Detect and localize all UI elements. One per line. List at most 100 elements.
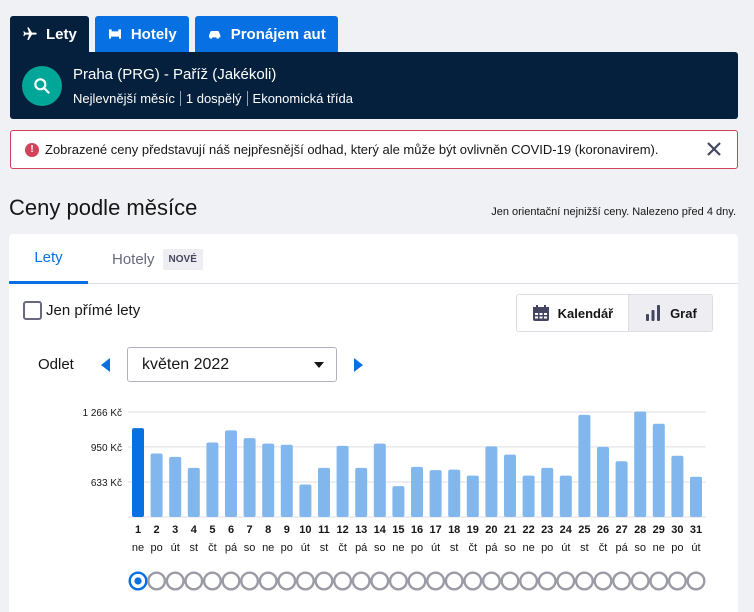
direct-flights-checkbox[interactable]: Jen přímé lety (23, 301, 140, 320)
car-icon (208, 31, 221, 39)
price-bar[interactable] (243, 438, 256, 517)
page-dot[interactable] (221, 571, 241, 591)
direct-flights-label: Jen přímé lety (46, 302, 141, 319)
month-select[interactable]: květen 2022 (127, 347, 337, 382)
price-bar[interactable] (150, 453, 163, 517)
price-bar[interactable] (615, 461, 628, 517)
price-bar[interactable] (466, 475, 479, 517)
tab-hotels[interactable]: Hotely (94, 16, 189, 52)
page-dot[interactable] (202, 571, 222, 591)
graph-view-label: Graf (670, 305, 697, 321)
price-bar[interactable] (671, 455, 684, 517)
price-card: Lety Hotely NOVÉ Jen přímé lety Kalendář… (9, 234, 738, 612)
search-meta: Nejlevnější měsíc 1 dospělý Ekonomická t… (73, 91, 358, 106)
page-dot[interactable] (612, 571, 632, 591)
page-dot[interactable] (649, 571, 669, 591)
page-dot[interactable] (388, 571, 408, 591)
page-dot[interactable] (258, 571, 278, 591)
search-button[interactable] (22, 66, 62, 106)
month-select-value: květen 2022 (142, 355, 230, 373)
page-dot[interactable] (370, 571, 390, 591)
checkbox-box[interactable] (23, 301, 42, 320)
price-bar[interactable] (429, 470, 442, 517)
price-bar[interactable] (522, 475, 535, 517)
bed-icon (108, 29, 121, 39)
page-dot[interactable] (407, 571, 427, 591)
search-meta-cabin: Ekonomická třída (246, 91, 358, 106)
price-bar[interactable] (132, 428, 144, 517)
price-bar[interactable] (280, 444, 293, 517)
new-badge: NOVÉ (162, 248, 203, 270)
price-bar[interactable] (187, 467, 200, 517)
calendar-view-label: Kalendář (557, 305, 614, 321)
page-dot[interactable] (537, 571, 557, 591)
chevron-down-icon (314, 362, 324, 368)
price-note: Jen orientační nejnižší ceny. Nalezeno p… (491, 206, 736, 218)
page-dot[interactable] (128, 571, 148, 591)
price-bar[interactable] (634, 411, 647, 517)
price-bar[interactable] (578, 414, 591, 517)
view-toggle: Kalendář Graf (516, 294, 713, 332)
page-dot[interactable] (147, 571, 167, 591)
search-summary[interactable]: Praha (PRG) - Paříž (Jakékoli) Nejlevněj… (10, 52, 738, 119)
price-bar[interactable] (690, 476, 702, 517)
page-dot[interactable] (481, 571, 501, 591)
price-bar[interactable] (206, 442, 219, 517)
tab-car-hire[interactable]: Pronájem aut (194, 16, 338, 52)
tab-card-flights[interactable]: Lety (9, 234, 88, 284)
price-bar[interactable] (318, 467, 330, 517)
calendar-view-button[interactable]: Kalendář (517, 295, 628, 331)
page-dot[interactable] (426, 571, 446, 591)
graph-view-button[interactable]: Graf (627, 295, 712, 331)
price-bar[interactable] (541, 467, 554, 517)
price-bar[interactable] (448, 469, 461, 517)
search-meta-month: Nejlevnější měsíc (73, 91, 175, 106)
price-bar[interactable] (299, 484, 312, 517)
price-bar[interactable] (504, 454, 516, 517)
search-meta-passengers: 1 dospělý (179, 91, 247, 106)
calendar-icon (532, 305, 549, 321)
tab-card-hotels[interactable]: Hotely NOVÉ (112, 234, 203, 284)
page-dot[interactable] (574, 571, 594, 591)
page-dot[interactable] (463, 571, 483, 591)
price-bar[interactable] (411, 466, 423, 517)
price-bar[interactable] (559, 475, 572, 517)
bar-chart-icon (646, 305, 661, 321)
tab-flights[interactable]: Lety (10, 16, 89, 52)
price-bar[interactable] (355, 467, 368, 517)
page-dot[interactable] (667, 571, 687, 591)
page-dot[interactable] (184, 571, 204, 591)
page-dot[interactable] (314, 571, 334, 591)
previous-month-icon[interactable] (101, 358, 110, 372)
page-dot[interactable] (686, 571, 706, 591)
price-bar[interactable] (485, 446, 498, 517)
price-bar[interactable] (169, 456, 182, 517)
next-month-icon[interactable] (354, 358, 363, 372)
price-bar[interactable] (336, 445, 349, 517)
page-dot[interactable] (500, 571, 520, 591)
page-dot[interactable] (333, 571, 353, 591)
tab-flights-label: Lety (46, 25, 77, 43)
page-dot[interactable] (240, 571, 260, 591)
page-dot[interactable] (277, 571, 297, 591)
page-dot[interactable] (593, 571, 613, 591)
price-bar[interactable] (262, 443, 275, 517)
alert-text: Zobrazené ceny představují náš nejpřesně… (45, 142, 659, 157)
card-tabs: Lety Hotely NOVÉ (9, 234, 738, 284)
page-dot[interactable] (444, 571, 464, 591)
price-bar[interactable] (652, 423, 665, 517)
departure-label: Odlet (38, 356, 74, 373)
price-bar[interactable] (225, 430, 237, 517)
price-bar[interactable] (392, 486, 405, 517)
page-dot[interactable] (165, 571, 185, 591)
page-dot[interactable] (519, 571, 539, 591)
page-dot[interactable] (630, 571, 650, 591)
close-icon[interactable] (705, 140, 723, 158)
page-dot[interactable] (351, 571, 371, 591)
tab-card-hotels-label: Hotely (112, 250, 155, 268)
price-bar[interactable] (373, 443, 386, 517)
page-dot[interactable] (556, 571, 576, 591)
tab-hotels-label: Hotely (130, 25, 177, 43)
page-dot[interactable] (295, 571, 315, 591)
price-bar[interactable] (597, 446, 609, 517)
